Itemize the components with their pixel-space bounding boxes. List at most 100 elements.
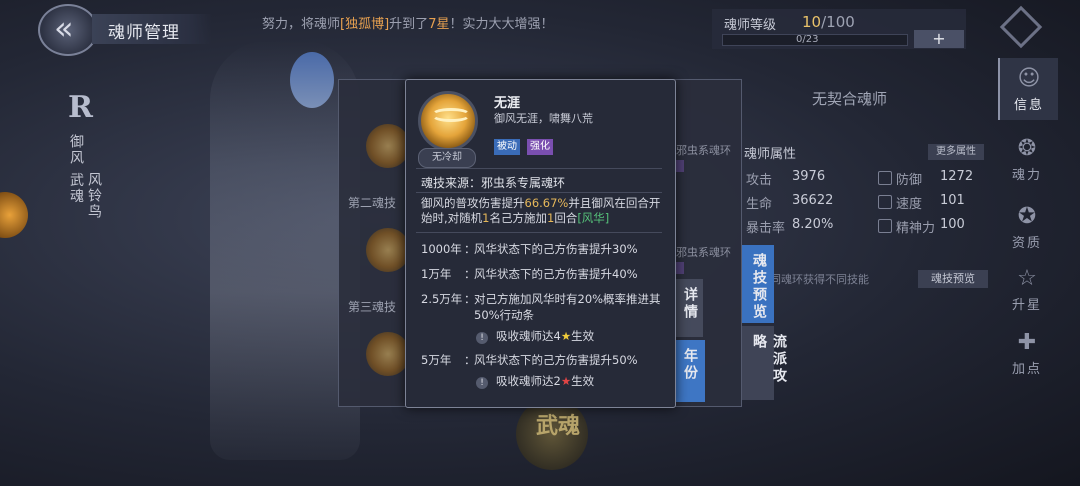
skill-icon (418, 91, 478, 151)
desc-text: 回合 (554, 211, 578, 225)
condition-text: 生效 (571, 374, 595, 388)
year-50k-desc: 风华状态下的己方伤害提升50% (474, 353, 638, 367)
skill-thumb-2[interactable] (366, 228, 410, 272)
attr-spirit-name: 精神力 (896, 221, 936, 236)
skill-subtitle: 御风无涯，啸舞八荒 (494, 112, 593, 125)
page-title: 魂师管理 (108, 23, 180, 43)
tag-enhance: 强化 (527, 139, 553, 155)
aptitude-icon: ✪ (1017, 204, 1037, 229)
info-icon: ☺ (1017, 66, 1041, 91)
add-points-icon: ✚ (1017, 330, 1037, 355)
attr-defense-value: 1272 (940, 169, 974, 184)
nav-soul-power[interactable]: ❂ 魂力 (998, 128, 1056, 190)
year-10k-desc: 风华状态下的己方伤害提升40% (474, 267, 638, 281)
nav-soul-power-label: 魂力 (1011, 168, 1042, 183)
attr-defense-name: 防御 (896, 173, 923, 188)
exp-text: 0/23 (796, 34, 819, 45)
level-current: 10 (802, 13, 822, 31)
buff-name: [风华] (577, 211, 610, 225)
year-10k: 1万年 (421, 267, 452, 281)
marquee-mid: 升到了 (389, 17, 429, 32)
attr-crit-value: 8.20% (792, 217, 834, 232)
tab-year[interactable]: 年份 (673, 340, 705, 402)
attr-speed-name: 速度 (896, 197, 923, 212)
condition-text: 生效 (571, 329, 595, 343)
year-50k: 5万年 (421, 353, 452, 367)
nav-info[interactable]: ☺ 信息 (998, 58, 1058, 120)
ring-label-2: 邪虫系魂环 (676, 246, 731, 259)
cooldown-badge: 无冷却 (418, 148, 476, 168)
nav-aptitude[interactable]: ✪ 资质 (998, 196, 1056, 258)
nav-aptitude-label: 资质 (1011, 236, 1042, 251)
system-marquee: 努力，将魂师[独孤博]升到了7星！实力大大增强！ (262, 13, 553, 32)
alert-icon: ! (476, 332, 488, 344)
tab-school-guide[interactable]: 流派攻略 (742, 326, 787, 400)
condition-25k: ! 吸收魂师达4★生效 (476, 328, 594, 344)
year-25k-desc: 对己方施加风华时有20%概率推进其50%行动条 (474, 292, 661, 322)
alert-icon: ! (476, 377, 488, 389)
tag-passive: 被动 (494, 139, 520, 155)
spirit-icon (878, 219, 892, 233)
tab-school-label: 流派攻略 (751, 334, 787, 385)
desc-value: 66.67% (524, 196, 569, 210)
skill-source: 魂技来源：邪虫系专属魂环 (421, 176, 566, 190)
condition-text: 吸收魂师达4 (496, 329, 561, 343)
desc-text: 御风的普攻伤害提升 (421, 196, 525, 210)
tab-details-label: 详情 (682, 287, 698, 321)
nav-add-points-label: 加点 (1011, 362, 1042, 377)
nav-star-up-label: 升星 (1011, 298, 1042, 313)
marquee-pre: 努力，将魂师 (262, 17, 341, 32)
more-attributes-button[interactable]: 更多属性 (928, 144, 984, 160)
ring-tag-2 (676, 262, 684, 274)
attr-crit-name: 暴击率 (746, 221, 786, 236)
tab-skill-preview-label: 魂技预览 (751, 253, 767, 321)
year-1000: 1000年 (421, 242, 462, 256)
slot-label-2: 第二魂技 (348, 196, 397, 210)
nav-star-up[interactable]: ☆ 升星 (998, 258, 1056, 320)
skill-description: 御风的普攻伤害提升66.67%并且御风在回合开始时,对随机1名己方施加1回合[风… (421, 196, 661, 226)
back-button[interactable] (38, 4, 98, 56)
character-head (290, 52, 334, 108)
tab-skill-preview[interactable]: 魂技预览 (742, 245, 774, 323)
nav-info-label: 信息 (1013, 98, 1044, 113)
year-1000-desc: 风华状态下的己方伤害提升30% (474, 242, 638, 256)
skill-thumb-1[interactable] (366, 124, 410, 168)
nav-add-points[interactable]: ✚ 加点 (998, 322, 1056, 384)
character-title: 御风 武魂 (68, 134, 84, 205)
level-label: 魂师等级 (724, 18, 777, 33)
red-star-icon: ★ (560, 374, 572, 388)
level-add-button[interactable]: + (914, 30, 964, 48)
skill-preview-button[interactable]: 魂技预览 (918, 270, 988, 288)
marquee-name: [独孤博] (340, 17, 390, 32)
character-wuhun: 风铃鸟 (86, 172, 102, 220)
ring-label-1: 邪虫系魂环 (676, 144, 731, 157)
skill-name: 无涯 (494, 96, 521, 111)
slot-label-3: 第三魂技 (348, 300, 397, 314)
attr-attack-name: 攻击 (746, 173, 773, 188)
condition-50k: ! 吸收魂师达2★生效 (476, 373, 594, 389)
no-contract-text: 无契合魂师 (812, 90, 888, 108)
tab-details[interactable]: 详情 (673, 279, 703, 337)
marquee-level: 7星 (428, 17, 450, 32)
condition-text: 吸收魂师达2 (496, 374, 561, 388)
level-value: 10/100 (802, 13, 855, 31)
tooltip-scroll-fade (406, 392, 674, 406)
star-up-icon: ☆ (1017, 266, 1037, 291)
year-25k: 2.5万年 (421, 292, 463, 306)
diamond-menu-icon[interactable] (999, 5, 1043, 49)
tab-year-label: 年份 (682, 348, 698, 382)
pet-orb-icon[interactable] (0, 192, 28, 238)
divider (416, 232, 662, 233)
level-max: /100 (821, 13, 855, 31)
rank-badge: R (68, 90, 93, 125)
attr-hp-name: 生命 (746, 197, 773, 212)
defense-icon (878, 171, 892, 185)
right-nav: ☺ 信息 ❂ 魂力 ✪ 资质 ☆ 升星 ✚ 加点 (998, 58, 1058, 438)
attr-speed-value: 101 (940, 193, 965, 208)
ring-tag-1 (676, 160, 684, 172)
wuhun-emblem-text: 武魂 (536, 414, 581, 439)
ring-skill-hint: 同魂环获得不同技能 (770, 273, 869, 286)
marquee-post: ！实力大大增强！ (449, 17, 554, 32)
skill-thumb-3[interactable] (366, 332, 410, 376)
divider (416, 168, 662, 169)
